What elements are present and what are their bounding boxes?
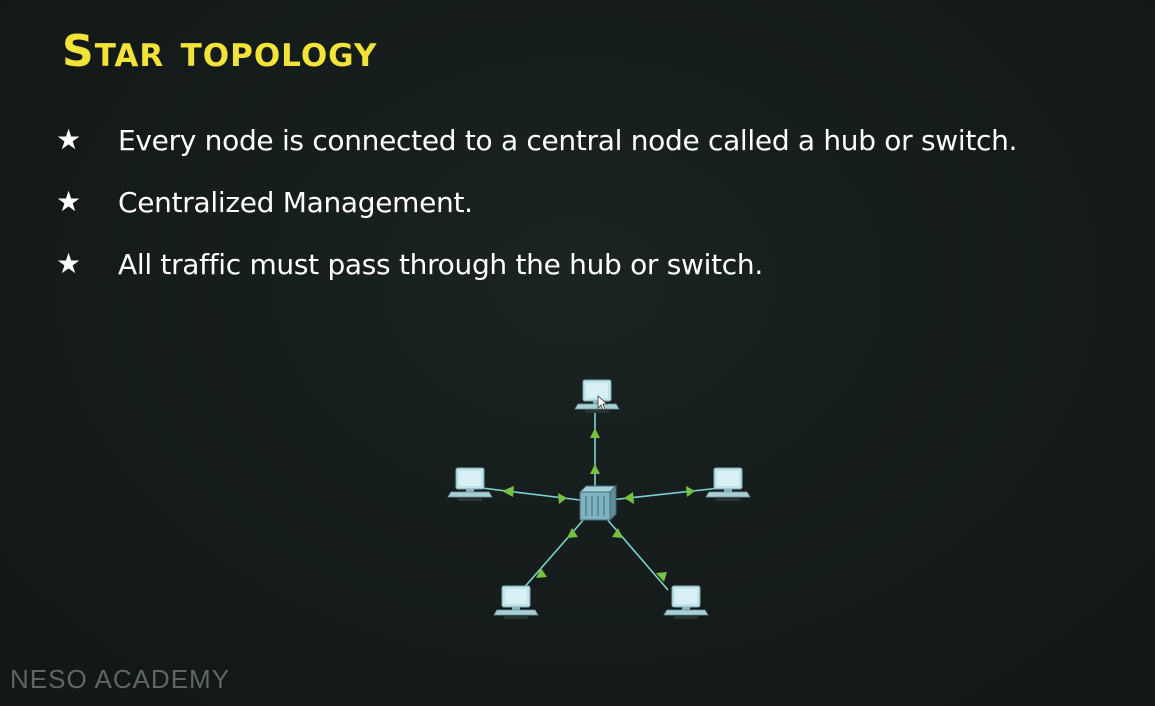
neso-academy-watermark: NESO ACADEMY: [10, 664, 231, 694]
star-bullet-icon: ★: [56, 247, 82, 280]
arrow-icon: [567, 528, 578, 538]
bullet-text: All traffic must pass through the hub or…: [118, 248, 763, 281]
link-bottom-right: [605, 517, 669, 591]
computer-icon: [493, 585, 539, 620]
link-bottom-left: [521, 517, 586, 591]
arrow-icon: [558, 493, 567, 504]
arrow-icon: [590, 464, 600, 474]
bullet-text: Centralized Management.: [118, 186, 473, 219]
computer-icon: [663, 585, 709, 620]
star-bullet-icon: ★: [56, 185, 82, 218]
slide-title: Star topology: [62, 26, 378, 77]
arrow-icon: [612, 528, 623, 538]
computer-icon: [705, 467, 751, 502]
arrow-icon: [502, 486, 514, 497]
arrow-icon: [624, 492, 634, 504]
bullet-text: Every node is connected to a central nod…: [118, 124, 1018, 157]
computer-icon: [447, 467, 493, 502]
slide-canvas: Star topology ★ Every node is connected …: [0, 0, 1155, 706]
computer-icon: [574, 379, 620, 414]
star-bullet-icon: ★: [56, 123, 82, 156]
star-topology-diagram: [440, 370, 770, 660]
arrow-icon: [590, 428, 600, 438]
topology-svg: [447, 379, 751, 620]
switch-icon: [578, 484, 618, 522]
arrow-icon: [686, 486, 695, 497]
